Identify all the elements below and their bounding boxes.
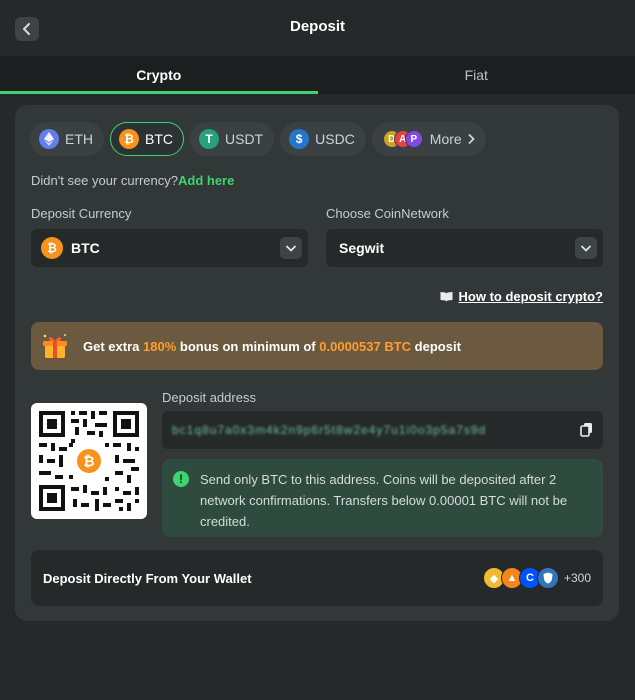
how-to-deposit-link[interactable]: How to deposit crypto? <box>440 289 603 304</box>
currency-selector: ETH ₿ BTC T USDT $ USDC D A P More <box>30 122 486 156</box>
add-currency-link[interactable]: Add here <box>178 173 234 188</box>
eth-icon <box>39 129 59 149</box>
deposit-currency-label: Deposit Currency <box>31 206 132 221</box>
coin-network-select[interactable]: Segwit <box>326 229 603 267</box>
deposit-address-label: Deposit address <box>162 390 256 405</box>
bonus-prefix: Get extra <box>83 338 140 354</box>
deposit-notice-text: Send only BTC to this address. Coins wil… <box>200 472 568 529</box>
deposit-address-field[interactable]: bc1q8u7a0x3m4k2n9p6r5t8w2e4y7u1i0o3p5a7s… <box>162 411 603 449</box>
currency-usdc-button[interactable]: $ USDC <box>280 122 366 156</box>
coin-network-label: Choose CoinNetwork <box>326 206 449 221</box>
qr-code: ₿ <box>31 403 147 519</box>
bonus-amount: 0.0000537 BTC <box>319 338 412 354</box>
btc-icon: ₿ <box>41 237 63 259</box>
header: Deposit <box>0 0 635 56</box>
tab-bar: Crypto Fiat <box>0 56 635 94</box>
svg-text:₿: ₿ <box>83 454 94 470</box>
wallet-icons: ◆ ▲ C <box>483 567 559 589</box>
alert-icon: ! <box>173 471 189 487</box>
chevron-down-icon <box>280 237 302 259</box>
coin-network-value: Segwit <box>339 240 385 256</box>
currency-label: USDT <box>225 131 264 147</box>
chevron-down-icon <box>575 237 597 259</box>
qr-code-image: ₿ <box>39 411 139 511</box>
copy-icon[interactable] <box>580 422 593 442</box>
more-label: More <box>429 131 462 147</box>
currency-hint: Didn't see your currency?Add here <box>31 173 234 188</box>
currency-usdt-button[interactable]: T USDT <box>190 122 275 156</box>
usdt-icon: T <box>199 129 219 149</box>
deposit-currency-select[interactable]: ₿ BTC <box>31 229 308 267</box>
coin-stack-icon: D A P <box>382 130 423 148</box>
currency-eth-button[interactable]: ETH <box>30 122 104 156</box>
wallet-label: Deposit Directly From Your Wallet <box>43 570 252 586</box>
chevron-right-icon <box>468 134 475 144</box>
back-button[interactable] <box>15 17 39 41</box>
currency-label: BTC <box>145 131 173 147</box>
bonus-middle: bonus on minimum of <box>179 338 316 354</box>
hint-text: Didn't see your currency? <box>31 173 178 188</box>
gift-icon <box>41 332 69 360</box>
how-to-deposit-text: How to deposit crypto? <box>458 289 603 304</box>
deposit-currency-value: BTC <box>71 240 100 256</box>
deposit-panel: ETH ₿ BTC T USDT $ USDC D A P More Didn'… <box>15 105 619 621</box>
wallet-count: +300 <box>563 571 591 585</box>
currency-btc-button[interactable]: ₿ BTC <box>110 122 184 156</box>
deposit-notice: ! Send only BTC to this address. Coins w… <box>162 459 603 537</box>
tab-crypto[interactable]: Crypto <box>0 56 318 94</box>
book-icon <box>440 292 453 302</box>
btc-icon: ₿ <box>119 129 139 149</box>
more-currencies-button[interactable]: D A P More <box>371 122 486 156</box>
currency-label: USDC <box>315 131 355 147</box>
bonus-percent: 180% <box>143 338 177 354</box>
chevron-left-icon <box>23 23 30 35</box>
trust-wallet-icon <box>537 567 559 589</box>
tab-fiat[interactable]: Fiat <box>318 56 635 94</box>
page-title: Deposit <box>289 17 345 35</box>
deposit-from-wallet-button[interactable]: Deposit Directly From Your Wallet ◆ ▲ C … <box>31 550 603 606</box>
deposit-address-value: bc1q8u7a0x3m4k2n9p6r5t8w2e4y7u1i0o3p5a7s… <box>172 423 487 437</box>
bonus-suffix: deposit <box>414 338 461 354</box>
currency-label: ETH <box>65 131 93 147</box>
usdc-icon: $ <box>289 129 310 149</box>
bonus-banner: Get extra 180% bonus on minimum of 0.000… <box>31 322 603 370</box>
